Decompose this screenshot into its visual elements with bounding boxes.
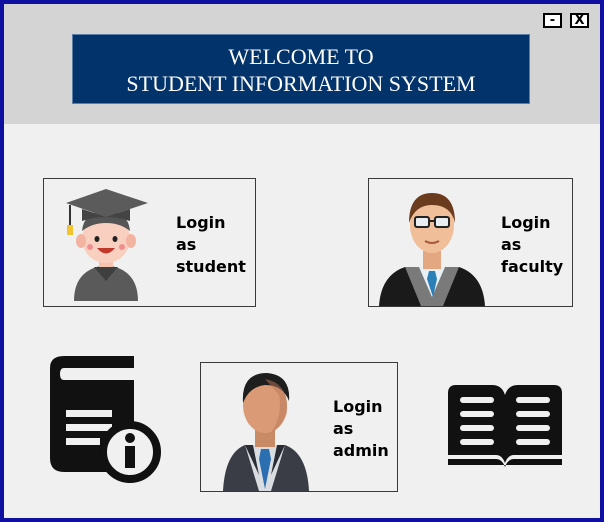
student-graduate-icon [66,189,148,301]
student-label-line2: as [176,235,197,254]
student-label: Login as student [176,212,246,278]
faculty-label: Login as faculty [501,212,563,278]
title-line-1: WELCOME TO [228,44,374,69]
login-faculty-button[interactable]: Login as faculty [368,178,573,307]
page-title: WELCOME TO STUDENT INFORMATION SYSTEM [72,34,530,104]
minimize-button[interactable]: - [543,13,562,28]
student-label-line1: Login [176,213,226,232]
main-window: WELCOME TO STUDENT INFORMATION SYSTEM - … [0,0,604,522]
header-band: WELCOME TO STUDENT INFORMATION SYSTEM - … [4,4,600,124]
faculty-label-line1: Login [501,213,551,232]
close-button[interactable]: X [570,13,589,28]
login-admin-button[interactable]: Login as admin [200,362,398,492]
open-book-icon[interactable] [444,381,566,469]
student-label-line3: student [176,257,246,276]
faculty-label-line3: faculty [501,257,564,276]
login-student-button[interactable]: Login as student [43,178,256,307]
title-line-2: STUDENT INFORMATION SYSTEM [126,71,476,96]
admin-businessman-icon [223,373,309,491]
admin-label-line1: Login [333,397,383,416]
information-book-icon[interactable] [34,354,166,486]
faculty-teacher-icon [379,193,485,306]
faculty-label-line2: as [501,235,522,254]
admin-label: Login as admin [333,396,389,462]
admin-label-line3: admin [333,441,389,460]
admin-label-line2: as [333,419,354,438]
